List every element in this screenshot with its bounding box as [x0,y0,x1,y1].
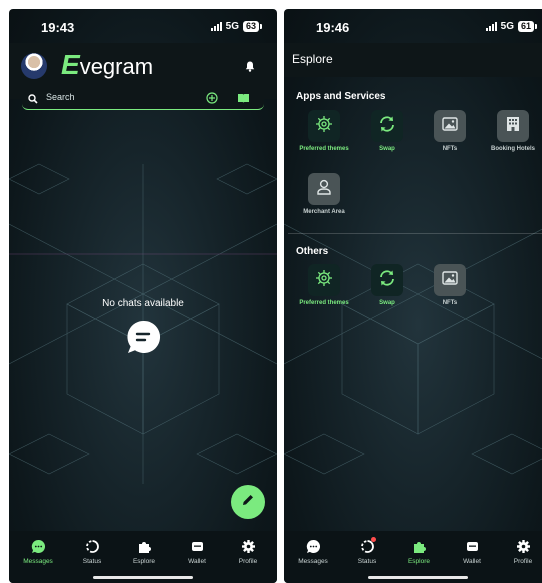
home-indicator [368,576,468,579]
add-circle-icon[interactable] [206,91,218,109]
chat-bubble-icon [126,319,162,360]
background-art [284,223,542,475]
pencil-icon [241,493,255,512]
gear-icon [315,269,333,292]
section-title-others: Others [296,246,329,257]
messages-icon [288,539,338,555]
status-icon [342,537,392,555]
tile-preferred-themes[interactable]: Preferred themes [293,110,355,153]
app-header: Esplore [284,43,542,77]
nav-item-wallet[interactable]: Wallet [447,539,497,565]
home-indicator [93,576,193,579]
status-icon [67,539,117,555]
user-icon [315,178,333,201]
nav-item-profile[interactable]: Profile [498,539,542,565]
nav-item-messages[interactable]: Messages [13,539,63,565]
nav-item-profile[interactable]: Profile [223,539,273,565]
tile-merchant-area[interactable]: Merchant Area [293,173,355,216]
search-bar[interactable]: Search [22,87,264,110]
gear-icon [498,539,542,555]
nav-item-status[interactable]: Status [67,539,117,565]
tile-preferred-themes-others[interactable]: Preferred themes [293,264,355,307]
empty-state-text: No chats available [102,298,184,309]
contacts-book-icon[interactable] [237,91,250,109]
tile-booking-hotels[interactable]: Booking Hotels [482,110,542,153]
messages-screen: 19:43 5G 63 Evegram Search No chats avai… [9,9,277,583]
wallet-icon [447,539,497,555]
status-bar: 19:43 5G 63 [9,9,277,43]
nav-item-esplore[interactable]: Esplore [394,539,444,565]
status-bar: 19:46 5G 61 [284,9,542,43]
battery-indicator: 61 [517,21,538,32]
image-icon [441,115,459,138]
gear-icon [315,115,333,138]
app-header: Evegram Search [9,43,277,110]
swap-icon [378,115,396,138]
tile-nfts[interactable]: NFTs [419,110,481,153]
tile-nfts-others[interactable]: NFTs [419,264,481,307]
battery-indicator: 63 [242,21,263,32]
section-title-apps: Apps and Services [296,91,386,102]
gear-icon [223,539,273,555]
bottom-nav: Messages Status Esplore Wallet Profile [9,531,277,583]
swap-icon [378,269,396,292]
search-input[interactable]: Search [46,92,75,102]
page-title: Esplore [292,52,333,66]
tile-swap[interactable]: Swap [356,110,418,153]
image-icon [441,269,459,292]
puzzle-icon [119,539,169,555]
compose-button[interactable] [231,485,265,519]
nav-item-wallet[interactable]: Wallet [172,539,222,565]
nav-item-messages[interactable]: Messages [288,539,338,565]
bottom-nav: Messages Status Esplore Wallet Profile [284,531,542,583]
notification-dot [371,537,376,542]
puzzle-icon [394,539,444,555]
signal-icon [210,22,222,31]
esplore-screen: 19:46 5G 61 Esplore Apps and Services Pr… [284,9,542,583]
status-time: 19:46 [316,20,350,35]
bell-icon[interactable] [245,59,255,77]
search-icon [28,91,38,109]
avatar[interactable] [21,53,47,79]
section-divider [288,233,542,234]
nav-item-status[interactable]: Status [342,537,392,565]
status-time: 19:43 [41,20,75,35]
tile-swap-others[interactable]: Swap [356,264,418,307]
signal-icon [485,22,497,31]
messages-icon [13,539,63,555]
brand-logo: Evegram [61,49,154,80]
network-label: 5G [500,21,514,32]
wallet-icon [172,539,222,555]
hotel-icon [504,115,522,138]
nav-item-esplore[interactable]: Esplore [119,539,169,565]
network-label: 5G [225,21,239,32]
